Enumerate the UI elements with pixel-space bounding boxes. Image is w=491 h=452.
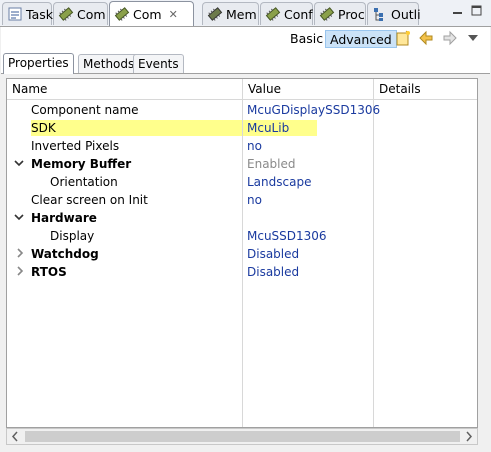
- property-group-name: Hardware: [31, 211, 97, 225]
- back-arrow-icon[interactable]: [418, 30, 434, 49]
- tab-label: Com: [133, 6, 162, 22]
- tab-properties[interactable]: Properties: [3, 53, 74, 74]
- view-menu-icon[interactable]: [467, 32, 479, 46]
- property-row[interactable]: Component name McuGDisplaySSD1306: [7, 101, 477, 119]
- property-name: Clear screen on Init: [31, 193, 148, 207]
- tab-label: Task: [26, 6, 53, 22]
- tab-memory[interactable]: Mem: [202, 2, 259, 25]
- tab-label: Com: [77, 6, 106, 22]
- editor-toolbar: Basic Advanced: [1, 27, 490, 51]
- property-value[interactable]: McuGDisplaySSD1306: [247, 101, 380, 119]
- property-name: Display: [50, 229, 95, 243]
- chevron-down-icon[interactable]: [14, 212, 24, 225]
- inspector-tabs: Properties Methods Events: [1, 51, 490, 74]
- scroll-right-icon[interactable]: [465, 431, 473, 445]
- property-row[interactable]: Memory Buffer Enabled: [7, 155, 477, 173]
- tab-label: Conf: [284, 6, 313, 22]
- tab-tasks[interactable]: Task: [2, 2, 53, 25]
- tasks-icon: [7, 6, 23, 22]
- tab-outline[interactable]: Outli: [367, 2, 421, 25]
- horizontal-scrollbar[interactable]: [6, 428, 478, 445]
- tab-component-2[interactable]: Com ✕: [109, 1, 194, 26]
- tab-label: Proc: [338, 6, 365, 22]
- property-value[interactable]: no: [247, 137, 262, 155]
- tab-processor[interactable]: Proc: [314, 2, 366, 25]
- property-value[interactable]: Disabled: [247, 263, 299, 281]
- property-name: SDK: [31, 120, 242, 136]
- property-grid: Name Value Details Component name McuGDi…: [6, 78, 478, 428]
- processor-icon: [319, 6, 335, 22]
- advanced-button[interactable]: Advanced: [325, 30, 397, 48]
- property-value[interactable]: Enabled: [247, 155, 296, 173]
- property-value[interactable]: no: [247, 191, 262, 209]
- tab-methods[interactable]: Methods: [78, 54, 140, 73]
- basic-button[interactable]: Basic: [286, 30, 327, 48]
- component-icon: [114, 6, 130, 22]
- chevron-right-icon[interactable]: [15, 248, 25, 261]
- memory-icon: [207, 6, 223, 22]
- property-row[interactable]: Orientation Landscape: [7, 173, 477, 191]
- property-value[interactable]: Disabled: [247, 245, 299, 263]
- property-name: Orientation: [50, 175, 118, 189]
- vertical-scrollbar[interactable]: [478, 78, 490, 428]
- chevron-right-icon[interactable]: [15, 266, 25, 279]
- property-row[interactable]: RTOS Disabled: [7, 263, 477, 281]
- column-header-name[interactable]: Name: [7, 79, 243, 99]
- scrollbar-thumb[interactable]: [25, 431, 460, 442]
- tab-config[interactable]: Conf: [260, 2, 313, 25]
- property-value[interactable]: Landscape: [247, 173, 311, 191]
- property-name: Component name: [31, 103, 139, 117]
- column-header-value[interactable]: Value: [243, 79, 374, 99]
- property-group-name: Watchdog: [31, 247, 99, 261]
- config-icon: [265, 6, 281, 22]
- chevron-down-icon[interactable]: [14, 158, 24, 171]
- close-icon[interactable]: ✕: [169, 8, 178, 21]
- property-row[interactable]: SDK McuLib: [7, 119, 477, 137]
- property-name: Inverted Pixels: [31, 139, 120, 153]
- property-group-name: Memory Buffer: [31, 157, 132, 171]
- column-header-details[interactable]: Details: [374, 79, 477, 99]
- scroll-left-icon[interactable]: [11, 431, 19, 445]
- editor-tab-bar: Task Com Com ✕ Mem Conf Proc Outli: [0, 0, 491, 27]
- minimize-icon[interactable]: [452, 7, 464, 21]
- outline-icon: [372, 6, 388, 22]
- property-row[interactable]: Clear screen on Init no: [7, 191, 477, 209]
- property-row[interactable]: Watchdog Disabled: [7, 245, 477, 263]
- tab-label: Mem: [226, 6, 257, 22]
- property-value[interactable]: McuSSD1306: [247, 227, 327, 245]
- component-icon: [58, 6, 74, 22]
- forward-arrow-icon[interactable]: [442, 30, 458, 49]
- property-group-name: RTOS: [31, 265, 67, 279]
- tab-component-1[interactable]: Com: [53, 2, 108, 25]
- property-value[interactable]: McuLib: [243, 120, 317, 136]
- tab-events[interactable]: Events: [133, 54, 184, 73]
- property-row[interactable]: Hardware: [7, 209, 477, 227]
- new-note-icon[interactable]: [395, 30, 411, 49]
- property-row[interactable]: Inverted Pixels no: [7, 137, 477, 155]
- property-row[interactable]: Display McuSSD1306: [7, 227, 477, 245]
- maximize-icon[interactable]: [471, 5, 483, 20]
- tab-label: Outli: [391, 6, 421, 22]
